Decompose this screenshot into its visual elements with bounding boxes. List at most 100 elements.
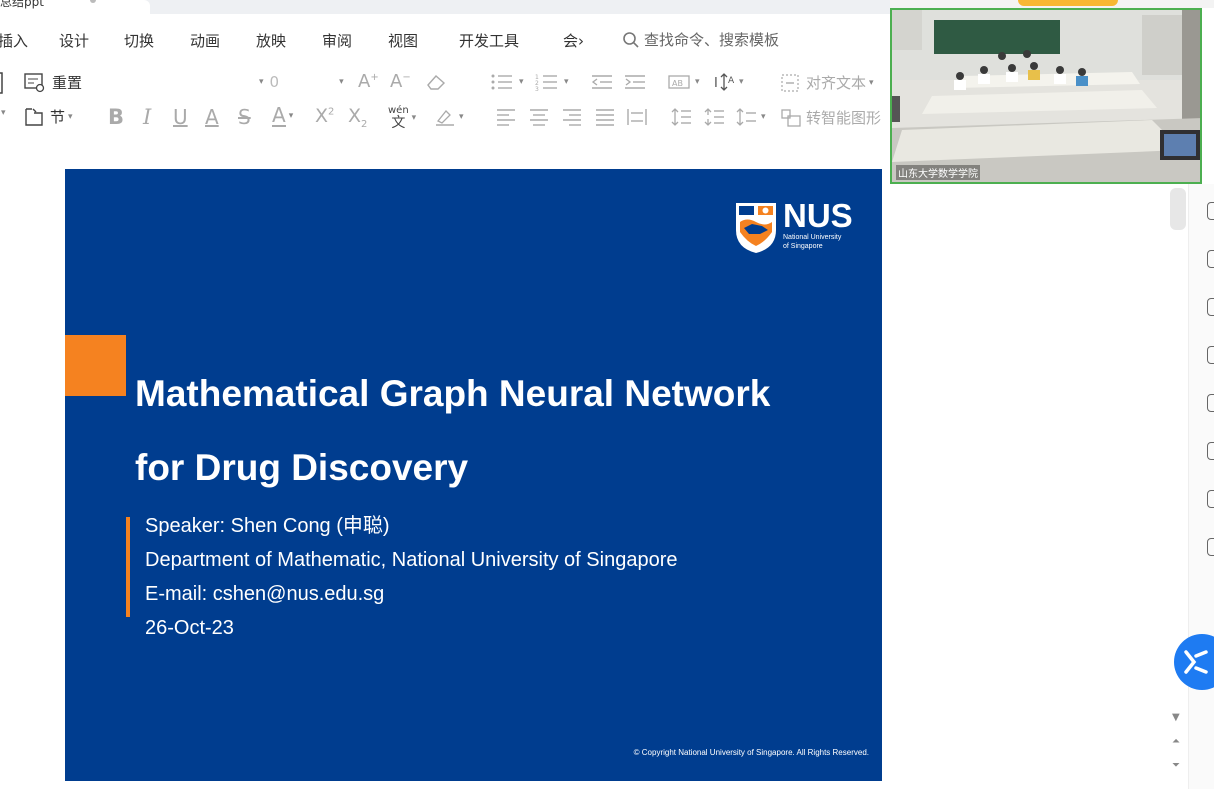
logo-text: NUS xyxy=(783,197,853,234)
text-box-icon: AB xyxy=(668,75,690,89)
menu-review[interactable]: 审阅 xyxy=(322,30,352,51)
text-shadow-button[interactable]: A xyxy=(205,105,219,129)
speaker-department: Department of Mathematic, National Unive… xyxy=(145,549,678,571)
scroll-down-icon[interactable]: ▼ xyxy=(1172,712,1180,723)
section-button[interactable]: 节 ▾ xyxy=(24,106,73,127)
font-size-select[interactable]: ▾ 0 ▾ xyxy=(256,73,344,91)
speaker-name: Speaker: Shen Cong (申聪) xyxy=(145,515,390,537)
share-icon xyxy=(1184,650,1208,674)
command-search[interactable]: 查找命令、搜索模板 xyxy=(622,29,779,50)
accent-square xyxy=(65,335,126,396)
menu-more[interactable]: 会› xyxy=(563,30,584,51)
subscript-button[interactable]: X2 xyxy=(348,105,367,130)
menu-slideshow[interactable]: 放映 xyxy=(256,30,286,51)
bullet-list-button[interactable]: ▾ xyxy=(490,72,524,92)
font-color-button[interactable]: A ▾ xyxy=(272,105,293,127)
reset-icon xyxy=(24,72,45,92)
text-direction-button[interactable]: I A ▾ xyxy=(714,72,744,92)
sidebar-image-icon[interactable] xyxy=(1207,346,1214,364)
indent-icon xyxy=(625,75,645,89)
line-spacing-button[interactable] xyxy=(671,107,693,127)
menu-developer-tools[interactable]: 开发工具 xyxy=(459,30,519,51)
paragraph-spacing-button[interactable] xyxy=(704,107,726,127)
numbered-list-button[interactable]: 1 2 3 ▾ xyxy=(535,72,569,92)
right-sidebar xyxy=(1188,184,1214,789)
font-size-value: 0 xyxy=(269,73,280,91)
svg-text:3: 3 xyxy=(535,86,539,92)
meeting-badge[interactable] xyxy=(1018,0,1118,6)
decrease-font-icon: A− xyxy=(390,71,411,92)
sidebar-animation-icon[interactable] xyxy=(1207,298,1214,316)
share-button[interactable] xyxy=(1174,634,1214,690)
highlight-button[interactable]: ▾ xyxy=(434,107,464,127)
sidebar-design-icon[interactable] xyxy=(1207,202,1214,220)
pinyin-button[interactable]: wén 文 ▾ xyxy=(388,105,417,131)
sidebar-file-icon[interactable] xyxy=(1207,490,1214,508)
chevron-down-icon: ▾ xyxy=(411,113,417,123)
decrease-indent-button[interactable] xyxy=(590,72,614,92)
layout-icon xyxy=(0,72,3,94)
menu-design[interactable]: 设计 xyxy=(59,30,89,51)
ribbon-toolbar: 重置 ▾ 0 ▾ A+ A− ▾ 1 2 3 ▾ AB ▾ I A ▾ 对齐文本 ▾ ▾ 节 ▾… xyxy=(0,64,890,144)
reset-button[interactable]: 重置 xyxy=(24,72,82,93)
chevron-down-icon: ▾ xyxy=(288,111,294,121)
justify-button[interactable] xyxy=(594,107,616,127)
speaker-email: E-mail: cshen@nus.edu.sg xyxy=(145,583,385,605)
align-center-icon xyxy=(530,109,548,126)
search-icon xyxy=(623,31,639,48)
video-caption: 山东大学数学学院 xyxy=(896,165,980,180)
chevron-down-icon: ▾ xyxy=(1,108,6,118)
eraser-icon xyxy=(427,75,446,90)
svg-text:I: I xyxy=(714,76,718,91)
reset-label: 重置 xyxy=(52,74,83,92)
layout-dropdown[interactable]: ▾ xyxy=(0,108,6,118)
align-left-button[interactable] xyxy=(495,107,517,127)
menu-view[interactable]: 视图 xyxy=(388,30,418,51)
slide-canvas[interactable]: NUS National University of Singapore Mat… xyxy=(65,169,882,781)
subscript-icon: X2 xyxy=(348,105,368,130)
sidebar-help-icon[interactable] xyxy=(1207,442,1214,460)
menu-insert[interactable]: 插入 xyxy=(0,30,28,51)
speaker-info[interactable]: Speaker: Shen Cong (申聪) Department of Ma… xyxy=(145,509,677,645)
sidebar-shape-icon[interactable] xyxy=(1207,394,1214,412)
logo-subtext-line2: of Singapore xyxy=(783,243,823,250)
classroom-video-image xyxy=(892,10,1200,182)
talk-date: 26-Oct-23 xyxy=(145,617,234,639)
sidebar-history-icon[interactable] xyxy=(1207,538,1214,556)
chevron-down-icon: ▾ xyxy=(564,77,569,87)
superscript-button[interactable]: X2 xyxy=(315,105,334,127)
italic-button[interactable]: I xyxy=(143,105,151,129)
italic-icon: I xyxy=(143,105,152,129)
decrease-font-button[interactable]: A− xyxy=(390,71,411,92)
vertical-scrollbar[interactable] xyxy=(1170,188,1186,230)
clear-format-button[interactable] xyxy=(425,73,447,91)
menu-transitions[interactable]: 切换 xyxy=(124,30,154,51)
spacing-options-button[interactable]: ▾ xyxy=(736,107,766,127)
increase-indent-button[interactable] xyxy=(623,72,647,92)
text-box-button[interactable]: AB ▾ xyxy=(668,72,700,92)
layout-button[interactable] xyxy=(0,72,4,94)
document-tab[interactable]: 总结ppt xyxy=(0,0,150,14)
sidebar-user-icon[interactable] xyxy=(1207,250,1214,268)
strikethrough-button[interactable]: S xyxy=(238,105,251,129)
accent-bar xyxy=(126,517,130,617)
smart-shape-button[interactable]: 转智能图形 xyxy=(780,107,881,128)
pinyin-icon: wén 文 xyxy=(388,105,409,131)
distribute-button[interactable] xyxy=(626,107,648,127)
text-shadow-icon: A xyxy=(205,105,219,129)
slide-title-line1: Mathematical Graph Neural Network xyxy=(135,373,771,414)
video-feed[interactable]: 山东大学数学学院 xyxy=(890,8,1202,184)
align-center-button[interactable] xyxy=(528,107,550,127)
slide-title[interactable]: Mathematical Graph Neural Network for Dr… xyxy=(135,357,770,505)
previous-slide-icon[interactable]: ⏶ xyxy=(1172,736,1180,747)
next-slide-icon[interactable]: ⏷ xyxy=(1172,760,1180,771)
bold-button[interactable]: B xyxy=(108,105,124,129)
tab-close-icon[interactable] xyxy=(90,0,96,3)
text-direction-icon: IA xyxy=(714,73,735,91)
increase-font-button[interactable]: A+ xyxy=(358,71,379,92)
nus-crest-icon xyxy=(736,203,776,253)
underline-button[interactable]: U xyxy=(173,105,188,129)
align-text-button[interactable]: 对齐文本 ▾ xyxy=(780,72,874,93)
menu-animations[interactable]: 动画 xyxy=(190,30,220,51)
align-right-button[interactable] xyxy=(561,107,583,127)
